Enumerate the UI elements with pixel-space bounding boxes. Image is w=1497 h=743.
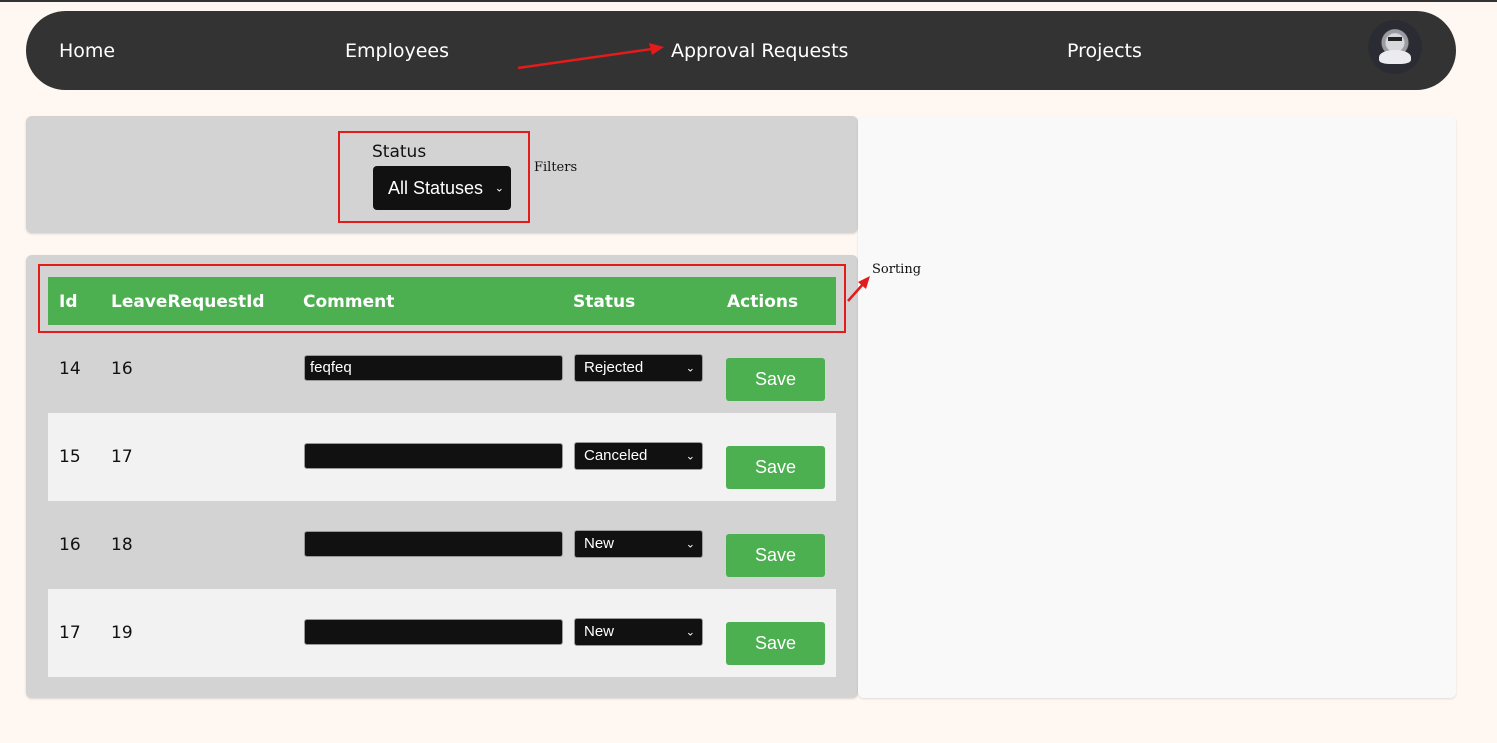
status-select[interactable]: New ⌄ (574, 530, 703, 558)
save-button[interactable]: Save (726, 446, 825, 489)
table-row: 16 18 New ⌄ Save (48, 501, 836, 589)
side-panel (858, 116, 1456, 698)
save-button[interactable]: Save (726, 358, 825, 401)
nav-projects-link[interactable]: Projects (1067, 39, 1142, 63)
filters-highlight-box (338, 131, 530, 223)
cell-id: 17 (59, 623, 81, 643)
filters-annotation-label: Filters (534, 160, 578, 175)
navbar: Home Employees Approval Requests Project… (26, 11, 1456, 90)
table-row: 17 19 New ⌄ Save (48, 589, 836, 677)
cell-leave-request-id: 19 (111, 623, 133, 643)
comment-input[interactable]: feqfeq (304, 355, 563, 381)
comment-input[interactable] (304, 531, 563, 557)
status-select[interactable]: Canceled ⌄ (574, 442, 703, 470)
user-avatar[interactable] (1368, 20, 1422, 74)
cell-leave-request-id: 16 (111, 359, 133, 379)
top-border (0, 0, 1497, 2)
sorting-highlight-box (38, 264, 846, 333)
nav-home-link[interactable]: Home (59, 39, 115, 63)
comment-input[interactable] (304, 619, 563, 645)
sorting-annotation-label: Sorting (872, 262, 922, 277)
status-select[interactable]: New ⌄ (574, 618, 703, 646)
status-select-value: Rejected (584, 359, 644, 376)
status-select-value: New (584, 623, 615, 640)
table-row: 14 16 feqfeq Rejected ⌄ Save (48, 325, 836, 413)
cell-id: 16 (59, 535, 81, 555)
save-button[interactable]: Save (726, 622, 825, 665)
status-select[interactable]: Rejected ⌄ (574, 354, 703, 382)
table-row: 15 17 Canceled ⌄ Save (48, 413, 836, 501)
chevron-down-icon: ⌄ (685, 450, 695, 463)
save-button[interactable]: Save (726, 534, 825, 577)
status-select-value: Canceled (584, 447, 648, 464)
nav-employees-link[interactable]: Employees (345, 39, 449, 63)
comment-input[interactable] (304, 443, 563, 469)
cell-leave-request-id: 18 (111, 535, 133, 555)
cell-id: 15 (59, 447, 81, 467)
chevron-down-icon: ⌄ (685, 538, 695, 551)
chevron-down-icon: ⌄ (685, 362, 695, 375)
cell-leave-request-id: 17 (111, 447, 133, 467)
chevron-down-icon: ⌄ (685, 626, 695, 639)
status-select-value: New (584, 535, 615, 552)
cell-id: 14 (59, 359, 81, 379)
nav-approval-requests-link[interactable]: Approval Requests (671, 39, 848, 63)
